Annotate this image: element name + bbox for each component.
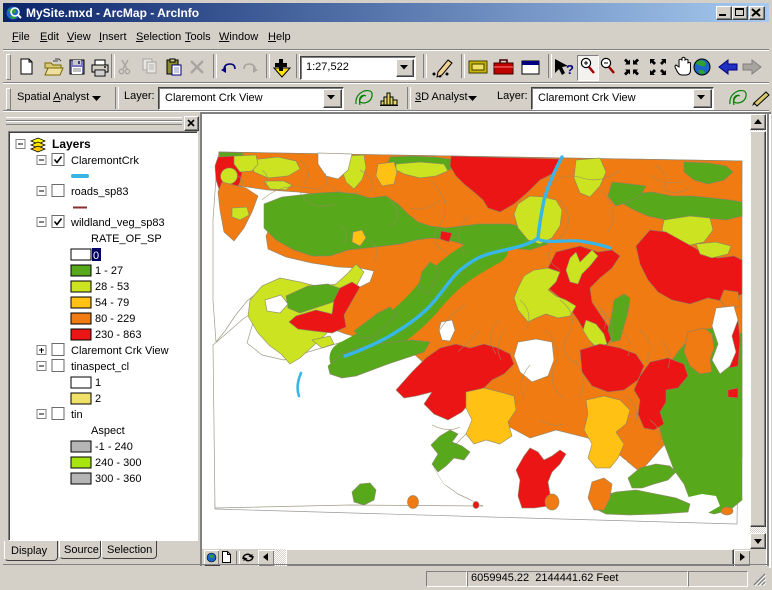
svg-text:?: ? xyxy=(566,62,574,77)
svg-text:28 - 53: 28 - 53 xyxy=(95,281,129,293)
svg-text:Claremont Crk View: Claremont Crk View xyxy=(71,345,169,357)
svg-text:Layers: Layers xyxy=(52,137,91,151)
svg-text:54 - 79: 54 - 79 xyxy=(95,297,129,309)
svg-text:1: 1 xyxy=(95,377,101,389)
svg-text:240 - 300: 240 - 300 xyxy=(95,457,141,469)
svg-text:2: 2 xyxy=(95,393,101,405)
svg-text:0: 0 xyxy=(93,250,99,262)
svg-text:-1 - 240: -1 - 240 xyxy=(95,441,133,453)
svg-text:ClaremontCrk: ClaremontCrk xyxy=(71,155,139,167)
svg-text:1 - 27: 1 - 27 xyxy=(95,265,123,277)
svg-text:roads_sp83: roads_sp83 xyxy=(71,186,129,198)
svg-text:tinaspect_cl: tinaspect_cl xyxy=(71,361,129,373)
svg-text:Aspect: Aspect xyxy=(91,425,125,437)
svg-text:230 - 863: 230 - 863 xyxy=(95,329,141,341)
svg-text:tin: tin xyxy=(71,409,83,421)
svg-text:wildland_veg_sp83: wildland_veg_sp83 xyxy=(70,217,165,229)
svg-text:80 - 229: 80 - 229 xyxy=(95,313,135,325)
svg-text:RATE_OF_SP: RATE_OF_SP xyxy=(91,233,162,245)
svg-text:300 - 360: 300 - 360 xyxy=(95,473,141,485)
